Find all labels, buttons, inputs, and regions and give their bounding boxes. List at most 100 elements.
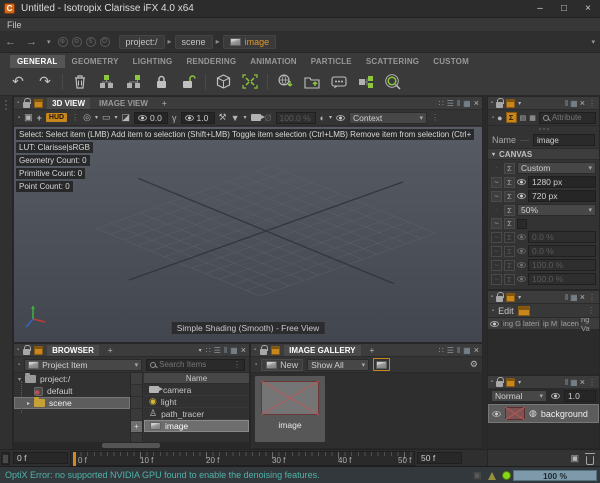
browser-search-box[interactable]: ⋮ (146, 359, 245, 371)
eye-icon[interactable] (517, 179, 526, 185)
layout-cols-icon[interactable]: ‖ (565, 99, 567, 108)
attribute-search-box[interactable] (539, 112, 596, 124)
curve-icon[interactable]: ~ (491, 177, 502, 188)
add-item-icon[interactable] (95, 72, 119, 92)
layout-cols-icon[interactable]: ‖ (224, 346, 226, 355)
panel-menu-dot[interactable]: ▪ (491, 100, 493, 106)
layout-grid-icon[interactable]: ▦ (570, 378, 577, 387)
opacity-field[interactable]: 1.0 (564, 390, 596, 402)
tab-particle[interactable]: PARTICLE (304, 55, 359, 68)
attribute-search-input[interactable] (552, 112, 592, 124)
close-panel-icon[interactable]: × (474, 98, 479, 108)
context-dropdown[interactable]: Context▾ (349, 112, 427, 124)
image-view-toggle[interactable] (373, 358, 390, 371)
width-field[interactable]: 1280 px (528, 176, 596, 188)
list-header-name[interactable]: Name (144, 373, 249, 384)
pin-panel-icon[interactable] (506, 293, 515, 302)
camera-select-icon[interactable]: ◎ (83, 112, 91, 123)
dropdown-arrow-icon[interactable]: ▾ (95, 114, 98, 121)
browser-hscrollbar[interactable] (14, 442, 249, 449)
more-dots-icon[interactable]: ⋮ (588, 378, 596, 387)
camera-icon[interactable] (251, 114, 261, 121)
add-browser-tab-button[interactable]: + (103, 345, 118, 356)
nav-menu-dropdown-icon[interactable]: ▾ (586, 38, 600, 46)
tree-item-project[interactable]: ▾ project:/ (14, 373, 130, 385)
eye-icon[interactable] (492, 411, 501, 417)
layout-cols-icon[interactable]: ‖ (565, 378, 567, 387)
lock-icon[interactable] (260, 349, 267, 355)
warning-icon[interactable] (488, 472, 496, 480)
breadcrumb-project[interactable]: project:/ (119, 35, 165, 49)
tab-image-gallery[interactable]: IMAGE GALLERY (284, 345, 360, 356)
expand-row-button[interactable]: + (131, 421, 142, 433)
add-gallery-tab-button[interactable]: + (365, 345, 380, 356)
dropdown-arrow-icon[interactable]: ▾ (518, 294, 521, 301)
pin-panel-icon[interactable] (271, 346, 280, 355)
item-filter-dropdown[interactable]: Project Item▾ (24, 359, 142, 371)
log-icon[interactable]: ▣ (473, 470, 482, 481)
dropdown-arrow-icon[interactable]: ▾ (329, 114, 332, 121)
nav-in-icon[interactable]: ⊕ (58, 37, 68, 47)
pin-panel-icon[interactable] (506, 99, 515, 108)
undo-icon[interactable]: ↶ (6, 72, 30, 92)
move-tool-icon[interactable]: + (37, 113, 42, 123)
toolbar-menu-dot[interactable]: ▪ (255, 362, 257, 368)
scrollbar-thumb[interactable] (3, 455, 8, 463)
eye-icon[interactable] (336, 115, 345, 121)
layout-grid-icon[interactable]: ▦ (570, 99, 577, 108)
save-view-icon[interactable]: ▣ (24, 112, 33, 123)
dropdown-arrow-icon[interactable]: ▾ (244, 114, 247, 121)
locate-icon[interactable] (381, 72, 405, 92)
panel-menu-dot[interactable]: ▪ (491, 294, 493, 300)
timeline-vscroll[interactable] (1, 452, 10, 465)
tab-3d-view[interactable]: 3D VIEW (47, 98, 90, 109)
layout-quad-icon[interactable]: ∷ (439, 346, 443, 355)
col-material[interactable]: lateri (522, 319, 542, 328)
name-field[interactable] (533, 134, 595, 146)
more-dots-icon[interactable]: ⋮ (71, 113, 79, 122)
gallery-settings-icon[interactable]: ⚙ (470, 359, 478, 370)
exposure-field[interactable]: 0.0 (134, 112, 168, 124)
export-context-icon[interactable] (300, 72, 324, 92)
tools-icon[interactable]: ⚒ (219, 112, 227, 123)
layout-cols-icon[interactable]: ‖ (457, 99, 459, 108)
filter-icon[interactable]: ▼ (231, 113, 240, 123)
node-network-icon[interactable] (354, 72, 378, 92)
layout-cols-icon[interactable]: ‖ (457, 346, 459, 355)
tab-geometry[interactable]: GEOMETRY (65, 55, 126, 68)
col-clip-map[interactable]: ip M (542, 319, 560, 328)
import-context-icon[interactable] (273, 72, 297, 92)
curve-icon[interactable]: ~ (491, 218, 502, 229)
tab-rendering[interactable]: RENDERING (179, 55, 243, 68)
breadcrumb-scene[interactable]: scene (175, 35, 213, 49)
resolution-preset-dropdown[interactable]: Custom▾ (517, 162, 596, 174)
close-panel-icon[interactable]: × (580, 377, 585, 387)
percentage-dropdown[interactable]: 50%▾ (517, 204, 596, 216)
search-input[interactable] (159, 359, 230, 371)
layout-rows-icon[interactable]: ☰ (447, 99, 453, 108)
lock-icon[interactable] (23, 102, 30, 108)
panel-menu-dot[interactable]: ▪ (491, 379, 493, 385)
delete-icon[interactable] (68, 72, 92, 92)
layout-cols-icon[interactable]: ‖ (565, 293, 567, 302)
dropdown-arrow-icon[interactable]: ▾ (199, 347, 202, 354)
more-dots-icon[interactable]: ⋮ (233, 360, 241, 369)
panel-menu-dot[interactable]: ▪ (17, 100, 19, 106)
gamma-icon[interactable]: γ (172, 113, 177, 123)
forward-icon[interactable]: → (21, 36, 42, 48)
toolbar-menu-dot[interactable]: ▪ (492, 115, 494, 121)
pin-panel-icon[interactable] (34, 346, 43, 355)
hud-toggle[interactable]: HUD (46, 113, 67, 122)
range-start-field[interactable]: 0 f (13, 452, 68, 464)
panel-menu-dot[interactable]: ▪ (17, 347, 19, 353)
maximize-button[interactable]: □ (552, 1, 576, 17)
layout-rows-icon[interactable]: ☰ (214, 346, 220, 355)
more-dots-icon[interactable]: ⋮ (588, 99, 596, 108)
toolbar-menu-dot[interactable]: ▪ (18, 362, 20, 368)
sigma-expressions-toggle[interactable]: Σ (506, 112, 517, 123)
close-panel-icon[interactable]: × (474, 345, 479, 355)
list-item-path-tracer[interactable]: ♙ path_tracer (144, 408, 249, 420)
gallery-item-card[interactable]: image (255, 376, 325, 442)
attr-view-b-icon[interactable]: ▦ (529, 114, 536, 122)
expand-icon[interactable]: ▸ (27, 400, 30, 407)
